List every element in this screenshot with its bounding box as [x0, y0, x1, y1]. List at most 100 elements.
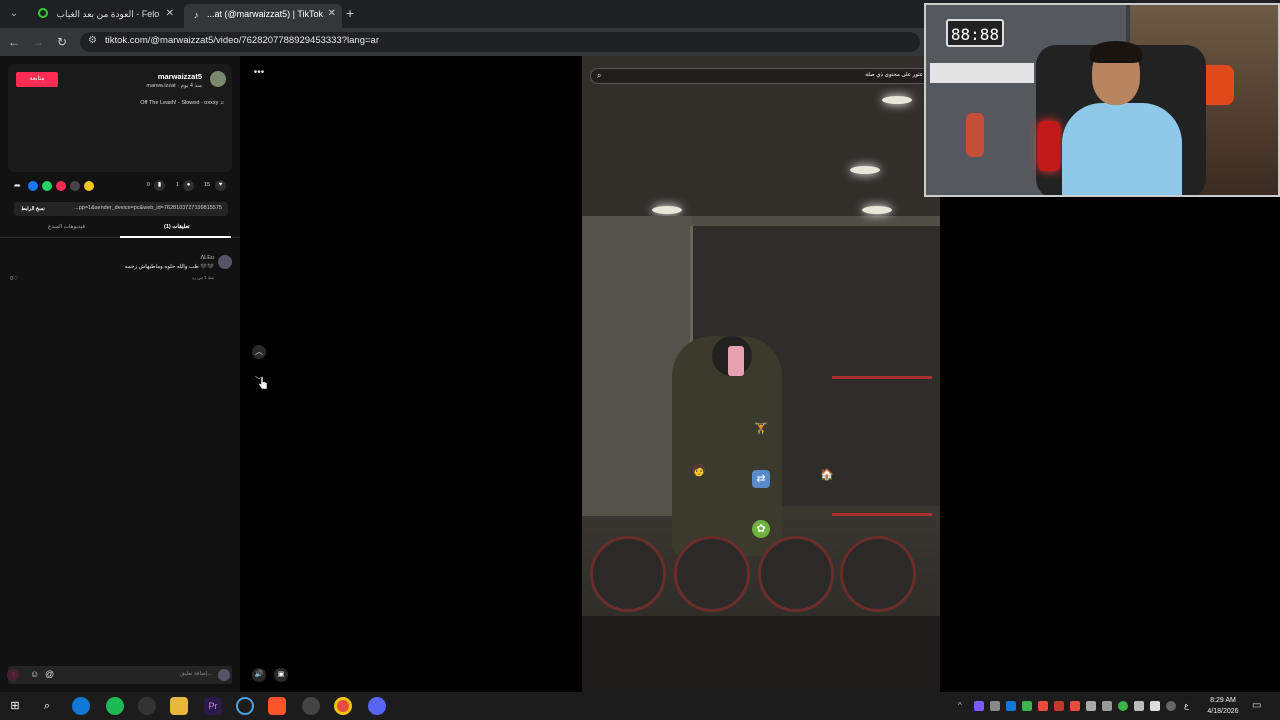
tray-app-icon[interactable]	[1118, 701, 1128, 711]
comment-input[interactable]: ↑ ☺ @ إضافة تعليق...	[7, 666, 232, 684]
streamer	[1052, 41, 1192, 195]
language-indicator[interactable]: ع	[1184, 701, 1194, 711]
tray-app-icon[interactable]	[1086, 701, 1096, 711]
tray-app-icon[interactable]	[974, 701, 984, 711]
new-tab-icon[interactable]: +	[346, 5, 354, 21]
tab-tiktok[interactable]: ♪ ...at (@marwaizzat5) | TikTok ✕	[184, 4, 342, 28]
sticker-emoji: ✿	[752, 520, 770, 538]
search-text: عثور على محتوى ذي صلة	[865, 72, 923, 78]
video-scene-floor	[582, 616, 940, 692]
file-explorer-icon[interactable]	[170, 697, 188, 715]
volume-icon[interactable]	[1166, 701, 1176, 711]
phone	[728, 346, 744, 376]
volume-icon[interactable]: 🔊	[252, 668, 266, 682]
search-icon[interactable]: ⌕	[597, 71, 601, 81]
search-icon[interactable]: ⌕	[38, 697, 56, 715]
mention-icon[interactable]: @	[45, 669, 54, 679]
tray-app-icon[interactable]	[1070, 701, 1080, 711]
follow-button[interactable]: متابعة	[16, 72, 58, 87]
music-link[interactable]: Off The Leash! - Slowed - oxxxy ♫	[140, 100, 224, 106]
system-clock[interactable]: 8:29 AM 4/18/2026	[1200, 695, 1246, 717]
emoji-icon[interactable]: ☺	[30, 669, 39, 679]
tab-creator-videos[interactable]: فيديوهات المبدع	[48, 224, 85, 230]
tab-label: العودة من بعد الغياب - Felo	[56, 9, 160, 19]
back-icon[interactable]: ←	[6, 34, 22, 50]
app-icon[interactable]	[302, 697, 320, 715]
brave-icon[interactable]	[268, 697, 286, 715]
share-arrow-icon[interactable]: ➦	[14, 181, 24, 191]
heart-outline-icon[interactable]: ♡	[13, 276, 18, 282]
facebook-icon[interactable]	[28, 181, 38, 191]
discord-icon[interactable]	[368, 697, 386, 715]
comment-placeholder[interactable]: إضافة تعليق...	[180, 671, 212, 677]
clock-date: 4/18/2026	[1207, 708, 1239, 715]
forward-icon[interactable]: →	[30, 34, 46, 50]
close-icon[interactable]: ✕	[328, 4, 336, 24]
embed-icon[interactable]	[70, 181, 80, 191]
windows-start-icon[interactable]: ⊞	[6, 697, 24, 715]
comment-meta[interactable]: منذ 1 س رد	[192, 275, 214, 281]
link-row: نسخ الرابط ...pp=1&sender_device=pc&web_…	[14, 202, 228, 216]
comment-like[interactable]: 0♡	[10, 276, 18, 282]
video-search-bar[interactable]: ⌕ عثور على محتوى ذي صلة	[590, 68, 932, 84]
site-info-icon[interactable]: ⚙	[88, 35, 100, 47]
url-text: tiktok.com/@marwaizzat5/video/7628207788…	[105, 35, 379, 46]
tiktok-icon: ♪	[194, 10, 199, 20]
weight-rack	[832, 376, 932, 516]
tray-app-icon[interactable]	[1006, 701, 1016, 711]
comments-panel: متابعة marwaizzat5 marwa.izzat · منذ 4 ي…	[0, 56, 240, 692]
heart-icon[interactable]: ♥	[215, 180, 226, 191]
spotify-icon[interactable]	[106, 697, 124, 715]
streamer-shirt	[1062, 103, 1182, 195]
premiere-icon[interactable]: Pr	[204, 697, 222, 715]
app-c-icon[interactable]	[236, 697, 254, 715]
whatsapp-icon[interactable]	[42, 181, 52, 191]
copy-link-button[interactable]: نسخ الرابط	[14, 202, 52, 216]
video-player[interactable]: 🧑 🏋 ⇄ 🏠 ✿ ⌕ عثور على محتوى ذي صلة	[582, 56, 940, 692]
commenter-name[interactable]: ΛLEʊ	[200, 255, 214, 261]
edge-icon[interactable]	[72, 697, 90, 715]
ceiling-light	[850, 166, 880, 174]
chrome-icon[interactable]	[334, 697, 352, 715]
link-text[interactable]: ...pp=1&sender_device=pc&web_id=76281037…	[74, 205, 222, 211]
tab-list-chevron-icon[interactable]: ⌄	[6, 6, 22, 22]
tray-chevron-icon[interactable]: ^	[958, 701, 968, 711]
comment-item: ΛLEʊ طب والله حلوه وماطيهاش زحمه 🖤🖤 منذ …	[0, 248, 240, 288]
tray-app-icon[interactable]	[1038, 701, 1048, 711]
close-icon[interactable]: ✕	[166, 4, 174, 24]
like-count: 15	[204, 182, 211, 188]
avatar[interactable]	[210, 71, 226, 87]
network-icon[interactable]	[1134, 701, 1144, 711]
microphone-icon[interactable]	[1150, 701, 1160, 711]
hand-cursor-icon	[258, 376, 268, 390]
comment-icon[interactable]: ●	[183, 180, 194, 191]
app-icon[interactable]	[138, 697, 156, 715]
picture-in-picture-icon[interactable]: ▣	[274, 668, 288, 682]
tab-comments[interactable]: (1) تعليقات	[164, 224, 190, 230]
notification-icon[interactable]: ▭	[1252, 700, 1261, 711]
tab-felo[interactable]: العودة من بعد الغياب - Felo ✕	[28, 4, 180, 28]
more-options-icon[interactable]: •••	[251, 68, 267, 82]
comment-tabs: فيديوهات المبدع (1) تعليقات	[0, 220, 240, 238]
username[interactable]: marwaizzat5	[158, 72, 202, 81]
comment-count: 1	[176, 182, 180, 188]
commenter-avatar[interactable]	[218, 255, 232, 269]
emoji-share-icon[interactable]	[84, 181, 94, 191]
weight-plate	[674, 536, 750, 612]
tray-app-icon[interactable]	[1102, 701, 1112, 711]
figurine	[966, 113, 984, 157]
webcam-overlay: 88:88	[924, 3, 1280, 197]
url-field[interactable]: ⚙ tiktok.com/@marwaizzat5/video/76282077…	[80, 32, 920, 52]
sticker-emoji: 🏋	[754, 423, 768, 435]
tray-app-icon[interactable]	[1054, 701, 1064, 711]
bookmark-icon[interactable]: ▮	[154, 180, 165, 191]
reload-icon[interactable]: ↻	[54, 34, 70, 50]
repost-icon[interactable]: ⇄	[752, 470, 770, 488]
tray-app-icon[interactable]	[1022, 701, 1032, 711]
tray-app-icon[interactable]	[990, 701, 1000, 711]
tab-underline	[120, 236, 231, 238]
share-icon[interactable]	[56, 181, 66, 191]
post-icon[interactable]: ↑	[7, 669, 19, 681]
weight-plate	[840, 536, 916, 612]
previous-video-icon[interactable]: ︿	[252, 345, 266, 359]
